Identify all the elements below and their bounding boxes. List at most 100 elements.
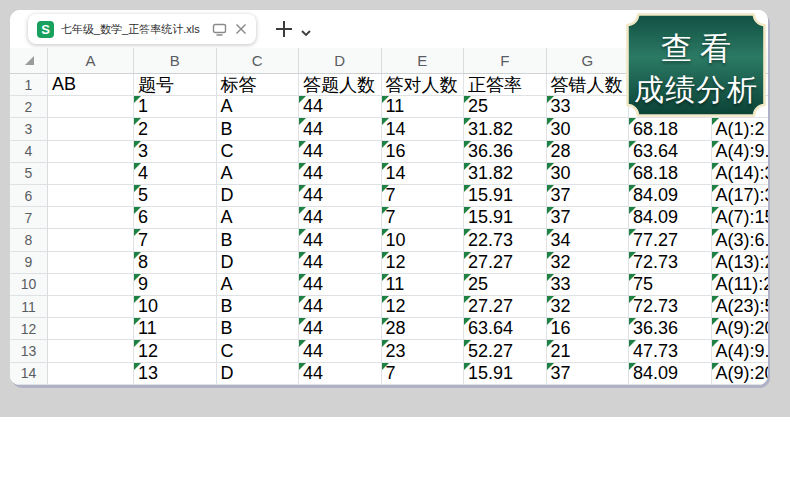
select-all-corner[interactable] <box>10 48 48 74</box>
column-header-B[interactable]: B <box>134 48 217 74</box>
cell-I10[interactable]: A(11):2 <box>712 274 769 296</box>
cell-C2[interactable]: A <box>217 96 300 118</box>
cell-D3[interactable]: 44 <box>299 118 382 140</box>
cell-B2[interactable]: 1 <box>134 96 217 118</box>
cell-E4[interactable]: 16 <box>382 141 465 163</box>
cell-H10[interactable]: 75 <box>629 274 712 296</box>
cell-G8[interactable]: 34 <box>547 229 630 251</box>
cell-I11[interactable]: A(23):5 <box>712 296 769 318</box>
cell-I3[interactable]: A(1):2 <box>712 118 769 140</box>
cell-C5[interactable]: A <box>217 163 300 185</box>
cell-F10[interactable]: 25 <box>464 274 547 296</box>
document-tab[interactable]: S 七年级_数学_正答率统计.xls <box>28 14 256 44</box>
cell-F11[interactable]: 27.27 <box>464 296 547 318</box>
cell-B12[interactable]: 11 <box>134 318 217 340</box>
cell-H6[interactable]: 84.09 <box>629 185 712 207</box>
cell-B5[interactable]: 4 <box>134 163 217 185</box>
cell-E11[interactable]: 12 <box>382 296 465 318</box>
cell-D11[interactable]: 44 <box>299 296 382 318</box>
cell-B3[interactable]: 2 <box>134 118 217 140</box>
row-header-12[interactable]: 12 <box>10 318 48 340</box>
cell-I12[interactable]: A(9):20 <box>712 318 769 340</box>
cell-F1[interactable]: 正答率 <box>464 74 547 96</box>
column-header-E[interactable]: E <box>382 48 465 74</box>
cell-E8[interactable]: 10 <box>382 229 465 251</box>
cell-G12[interactable]: 16 <box>547 318 630 340</box>
cell-E1[interactable]: 答对人数 <box>382 74 465 96</box>
cell-A3[interactable] <box>48 118 134 140</box>
cell-C6[interactable]: D <box>217 185 300 207</box>
cell-I7[interactable]: A(7):15 <box>712 207 769 229</box>
row-header-6[interactable]: 6 <box>10 185 48 207</box>
cell-D13[interactable]: 44 <box>299 340 382 362</box>
cell-E13[interactable]: 23 <box>382 340 465 362</box>
cell-G5[interactable]: 30 <box>547 163 630 185</box>
cell-C9[interactable]: D <box>217 252 300 274</box>
cell-F13[interactable]: 52.27 <box>464 340 547 362</box>
column-header-C[interactable]: C <box>217 48 300 74</box>
cell-D2[interactable]: 44 <box>299 96 382 118</box>
cell-F14[interactable]: 15.91 <box>464 363 547 385</box>
cell-E3[interactable]: 14 <box>382 118 465 140</box>
cell-F3[interactable]: 31.82 <box>464 118 547 140</box>
monitor-icon[interactable] <box>212 23 227 36</box>
view-score-analysis-badge[interactable]: 查看 成绩分析 <box>625 12 767 118</box>
row-header-2[interactable]: 2 <box>10 96 48 118</box>
cell-A13[interactable] <box>48 340 134 362</box>
row-header-13[interactable]: 13 <box>10 340 48 362</box>
cell-C10[interactable]: A <box>217 274 300 296</box>
row-header-10[interactable]: 10 <box>10 274 48 296</box>
cell-C8[interactable]: B <box>217 229 300 251</box>
cell-D5[interactable]: 44 <box>299 163 382 185</box>
cell-F4[interactable]: 36.36 <box>464 141 547 163</box>
cell-D8[interactable]: 44 <box>299 229 382 251</box>
cell-C14[interactable]: D <box>217 363 300 385</box>
cell-F7[interactable]: 15.91 <box>464 207 547 229</box>
cell-H7[interactable]: 84.09 <box>629 207 712 229</box>
cell-D14[interactable]: 44 <box>299 363 382 385</box>
cell-A7[interactable] <box>48 207 134 229</box>
cell-I13[interactable]: A(4):9. <box>712 340 769 362</box>
cell-B7[interactable]: 6 <box>134 207 217 229</box>
cell-F5[interactable]: 31.82 <box>464 163 547 185</box>
cell-H12[interactable]: 36.36 <box>629 318 712 340</box>
cell-I9[interactable]: A(13):2 <box>712 252 769 274</box>
row-header-1[interactable]: 1 <box>10 74 48 96</box>
cell-B13[interactable]: 12 <box>134 340 217 362</box>
cell-D12[interactable]: 44 <box>299 318 382 340</box>
cell-B11[interactable]: 10 <box>134 296 217 318</box>
cell-G1[interactable]: 答错人数 <box>547 74 630 96</box>
cell-F8[interactable]: 22.73 <box>464 229 547 251</box>
cell-G10[interactable]: 33 <box>547 274 630 296</box>
cell-B9[interactable]: 8 <box>134 252 217 274</box>
cell-C13[interactable]: C <box>217 340 300 362</box>
cell-D7[interactable]: 44 <box>299 207 382 229</box>
cell-A10[interactable] <box>48 274 134 296</box>
cell-C4[interactable]: C <box>217 141 300 163</box>
cell-F6[interactable]: 15.91 <box>464 185 547 207</box>
column-header-D[interactable]: D <box>299 48 382 74</box>
cell-A1[interactable]: AB <box>48 74 134 96</box>
close-tab-icon[interactable] <box>235 23 247 35</box>
cell-H14[interactable]: 84.09 <box>629 363 712 385</box>
cell-B14[interactable]: 13 <box>134 363 217 385</box>
cell-A12[interactable] <box>48 318 134 340</box>
cell-C12[interactable]: B <box>217 318 300 340</box>
cell-I14[interactable]: A(9):20 <box>712 363 769 385</box>
row-header-11[interactable]: 11 <box>10 296 48 318</box>
cell-G11[interactable]: 32 <box>547 296 630 318</box>
cell-F12[interactable]: 63.64 <box>464 318 547 340</box>
cell-H8[interactable]: 77.27 <box>629 229 712 251</box>
cell-H13[interactable]: 47.73 <box>629 340 712 362</box>
cell-G14[interactable]: 37 <box>547 363 630 385</box>
cell-C7[interactable]: A <box>217 207 300 229</box>
cell-G3[interactable]: 30 <box>547 118 630 140</box>
tab-list-button[interactable] <box>300 23 312 41</box>
cell-C11[interactable]: B <box>217 296 300 318</box>
cell-E7[interactable]: 7 <box>382 207 465 229</box>
row-header-8[interactable]: 8 <box>10 229 48 251</box>
cell-G6[interactable]: 37 <box>547 185 630 207</box>
column-header-A[interactable]: A <box>48 48 134 74</box>
cell-G7[interactable]: 37 <box>547 207 630 229</box>
row-header-7[interactable]: 7 <box>10 207 48 229</box>
